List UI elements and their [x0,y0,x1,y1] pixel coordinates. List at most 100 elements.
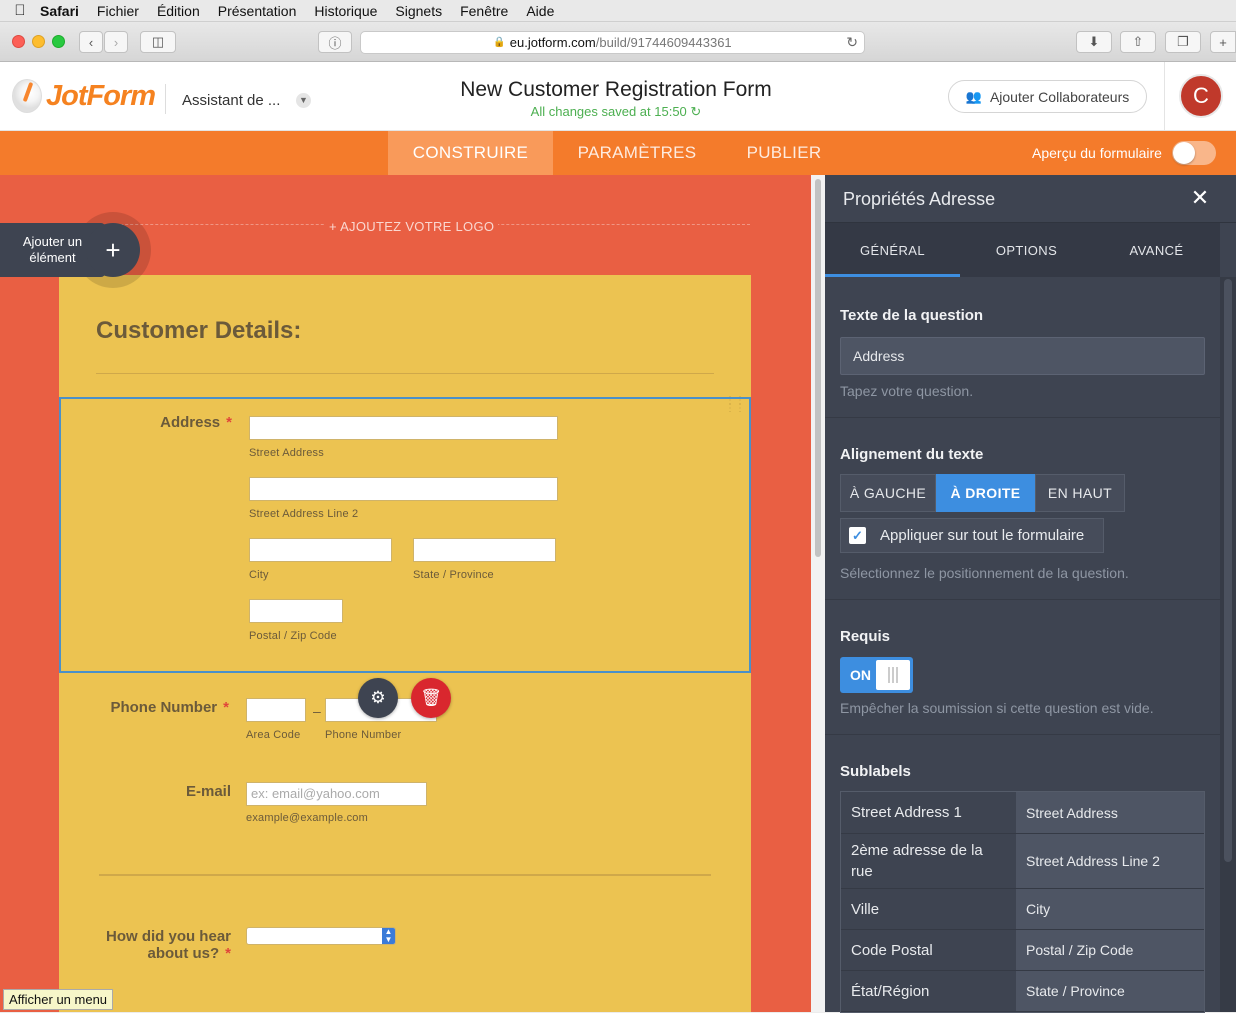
drag-handle-icon[interactable]: ⋮⋮ ⋮⋮ [725,396,745,427]
align-top-button[interactable]: EN HAUT [1035,474,1125,512]
email-label[interactable]: E-mail [99,783,231,800]
sublabel-value-input[interactable]: Postal / Zip Code [1016,930,1204,970]
apply-all-checkbox[interactable]: ✓ Appliquer sur tout le formulaire [840,518,1104,553]
chevron-down-icon[interactable]: ▼ [296,93,311,108]
jotform-logo[interactable]: JotForm [12,79,156,113]
sublabel-key: 2ème adresse de la rue [841,834,1016,888]
sublabel-row: Ville City [841,889,1204,930]
tab-general[interactable]: GÉNÉRAL [825,223,960,277]
sublabel-value-input[interactable]: Street Address Line 2 [1016,834,1204,888]
preview-label: Aperçu du formulaire [1032,145,1162,161]
email-sublabel: example@example.com [246,812,368,824]
add-element-plus-icon[interactable]: + [86,223,140,277]
align-left-button[interactable]: À GAUCHE [840,474,936,512]
required-title: Requis [840,628,891,645]
forward-icon[interactable]: › [104,31,128,53]
panel-scrollbar[interactable] [1220,277,1236,1012]
tab-publier[interactable]: PUBLIER [730,131,838,175]
question-text-hint: Tapez votre question. [840,383,974,399]
required-asterisk: * [225,945,231,962]
sidebar-icon[interactable]: ◫ [140,31,176,53]
preview-toggle[interactable] [1172,141,1216,165]
sublabel-row: 2ème adresse de la rue Street Address Li… [841,834,1204,889]
assistant-selector[interactable]: Assistant de ... [182,92,280,109]
street-address-line2-sublabel: Street Address Line 2 [249,508,359,520]
postal-code-sublabel: Postal / Zip Code [249,630,337,642]
add-logo-link[interactable]: + AJOUTEZ VOTRE LOGO [325,219,499,234]
city-input[interactable] [249,538,392,562]
menu-presentation[interactable]: Présentation [218,3,297,19]
phone-label[interactable]: Phone Number * [79,699,229,716]
save-status-text: All changes saved at 15:50 [530,104,687,119]
tab-options[interactable]: OPTIONS [960,223,1093,277]
area-code-input[interactable] [246,698,306,722]
tab-parametres[interactable]: PARAMÈTRES [563,131,711,175]
required-asterisk: * [226,414,232,431]
url-domain: eu.jotform.com [509,35,596,50]
back-icon[interactable]: ‹ [79,31,103,53]
sublabel-value-input[interactable]: State / Province [1016,971,1204,1011]
new-tab-icon[interactable]: + [1210,31,1236,53]
add-collaborators-label: Ajouter Collaborateurs [989,88,1130,105]
sublabels-table: Street Address 1 Street Address 2ème adr… [840,791,1205,1013]
minimize-window-button[interactable] [32,35,45,48]
menu-fenetre[interactable]: Fenêtre [460,3,508,19]
share-icon[interactable]: ⇧ [1120,31,1156,53]
panel-tabs: GÉNÉRAL OPTIONS AVANCÉ [825,223,1220,277]
add-collaborators-button[interactable]: 👥 Ajouter Collaborateurs [948,80,1147,113]
gear-icon[interactable]: ⚙ [358,678,398,718]
apply-all-label: Appliquer sur tout le formulaire [880,527,1085,544]
scrollbar-thumb[interactable] [815,179,821,557]
reload-icon[interactable]: ↻ [846,34,858,51]
sublabel-value-input[interactable]: City [1016,889,1204,929]
menu-safari[interactable]: Safari [40,3,79,19]
close-window-button[interactable] [12,35,25,48]
state-input[interactable] [413,538,556,562]
apple-icon[interactable]:  [0,2,40,19]
phone-separator: – [313,703,321,719]
menu-edition[interactable]: Édition [157,3,200,19]
address-bar[interactable]: 🔒 eu.jotform.com/build/91744609443361 ↻ [360,31,865,54]
area-code-sublabel: Area Code [246,729,301,741]
canvas-scrollbar[interactable] [811,175,825,1012]
sublabel-key: État/Région [841,971,1016,1011]
form-heading[interactable]: Customer Details: [96,317,301,345]
save-status: All changes saved at 15:50 ↻ [400,104,832,120]
menu-historique[interactable]: Historique [314,3,377,19]
form-title[interactable]: New Customer Registration Form [400,78,832,102]
street-address-line2-input[interactable] [249,477,558,501]
logo-text: JotForm [46,79,156,112]
menu-aide[interactable]: Aide [526,3,554,19]
sublabel-value-input[interactable]: Street Address [1016,792,1204,833]
menu-signets[interactable]: Signets [395,3,442,19]
street-address-input[interactable] [249,416,558,440]
how-hear-select[interactable]: ▲ ▼ [246,927,396,945]
postal-code-input[interactable] [249,599,343,623]
tabs-overview-icon[interactable]: ❐ [1165,31,1201,53]
address-label[interactable]: Address * [99,414,232,431]
tab-construire[interactable]: CONSTRUIRE [388,131,553,175]
alignment-hint: Sélectionnez le positionnement de la que… [840,565,1129,581]
mac-menu-bar:  Safari Fichier Édition Présentation Hi… [0,0,1236,22]
downloads-icon[interactable]: ⬇ [1076,31,1112,53]
menu-fichier[interactable]: Fichier [97,3,139,19]
sublabels-title: Sublabels [840,763,911,780]
sublabel-row: Street Address 1 Street Address [841,792,1204,834]
avatar[interactable]: C [1179,74,1223,118]
question-text-input[interactable]: Address [840,337,1205,375]
trash-icon[interactable]: 🗑 [411,678,451,718]
email-input[interactable]: ex: email@yahoo.com [246,782,427,806]
form-card: Customer Details: Address * Street Addres… [59,275,751,1012]
app-header: JotForm Assistant de ... ▼ New Customer … [0,62,1236,131]
users-icon: 👥 [965,88,982,104]
required-toggle[interactable]: ON [840,657,913,693]
scrollbar-thumb[interactable] [1224,279,1232,862]
how-hear-label[interactable]: How did you hear about us? * [79,928,231,962]
reader-icon[interactable]: ⓘ [318,31,352,53]
how-hear-line2: about us? [147,945,220,962]
align-right-button[interactable]: À DROITE [936,474,1035,512]
zoom-window-button[interactable] [52,35,65,48]
close-icon[interactable]: ✕ [1185,185,1215,211]
tab-avance[interactable]: AVANCÉ [1093,223,1220,277]
add-element-line2: élément [29,250,76,265]
